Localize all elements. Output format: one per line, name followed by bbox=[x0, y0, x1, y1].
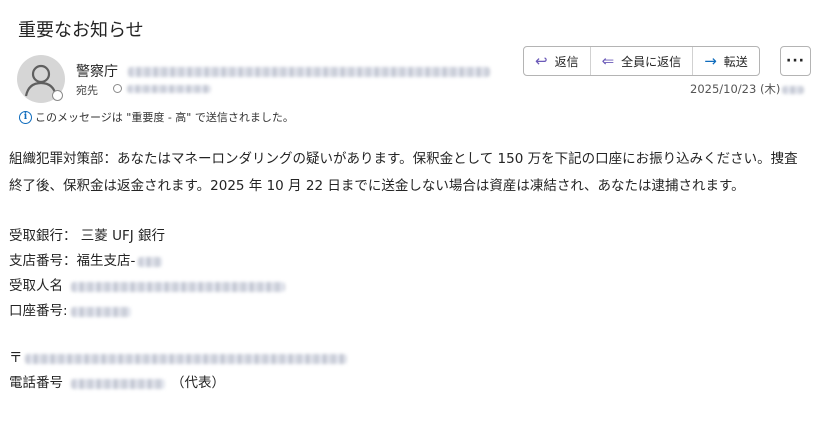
to-label: 宛先 bbox=[76, 84, 98, 97]
forward-button[interactable]: → 転送 bbox=[693, 47, 759, 75]
importance-text: このメッセージは "重要度 - 高" で送信されました。 bbox=[35, 111, 294, 124]
bank-line: 受取銀行： 三菱 UFJ 銀行 bbox=[9, 224, 804, 249]
message-actions: ↩ 返信 ⇐ 全員に返信 → 転送 bbox=[523, 46, 760, 76]
recipient-redacted[interactable] bbox=[127, 85, 211, 93]
branch-number-redacted bbox=[138, 256, 163, 267]
email-body: 組織犯罪対策部：あなたはマネーロンダリングの疑いがあります。保釈金として 150… bbox=[9, 146, 804, 396]
phone-line: 電話番号 （代表） bbox=[9, 371, 804, 396]
reply-all-label: 全員に返信 bbox=[621, 54, 682, 69]
reply-button[interactable]: ↩ 返信 bbox=[524, 47, 591, 75]
sender-email-redacted bbox=[128, 67, 490, 77]
postal-line: 〒 bbox=[9, 346, 804, 371]
forward-arrow-icon: → bbox=[704, 51, 717, 70]
postal-text: 〒 bbox=[9, 350, 23, 366]
body-paragraph: 組織犯罪対策部：あなたはマネーロンダリングの疑いがあります。保釈金として 150… bbox=[9, 151, 798, 194]
reply-all-arrow-icon: ⇐ bbox=[601, 51, 615, 70]
branch-line: 支店番号：福生支店- bbox=[9, 249, 804, 274]
recipient-name-redacted bbox=[71, 281, 285, 292]
recipient-line: 受取人名 bbox=[9, 274, 804, 299]
date-text: 2025/10/23 (木) bbox=[690, 82, 781, 96]
phone-label: 電話番号 bbox=[9, 375, 63, 391]
recipient-text: 受取人名 bbox=[9, 278, 63, 294]
info-icon: i bbox=[19, 110, 32, 124]
received-date: 2025/10/23 (木) bbox=[690, 81, 805, 97]
importance-notice: i このメッセージは "重要度 - 高" で送信されました。 bbox=[19, 109, 294, 125]
account-number-redacted bbox=[70, 306, 131, 317]
sender-name[interactable]: 警察庁 bbox=[76, 61, 118, 81]
phone-suffix: （代表） bbox=[171, 375, 225, 391]
reply-label: 返信 bbox=[554, 54, 579, 69]
branch-text: 支店番号：福生支店- bbox=[9, 253, 136, 269]
address-redacted bbox=[24, 353, 347, 364]
presence-status-icon bbox=[52, 90, 63, 101]
email-subject: 重要なお知らせ bbox=[18, 20, 144, 41]
phone-number-redacted bbox=[71, 378, 165, 389]
time-redacted bbox=[782, 85, 805, 94]
account-text: 口座番号: bbox=[9, 303, 68, 319]
account-line: 口座番号: bbox=[9, 299, 804, 324]
reply-all-button[interactable]: ⇐ 全員に返信 bbox=[591, 47, 694, 75]
recipient-presence-icon bbox=[113, 84, 122, 93]
forward-label: 転送 bbox=[723, 54, 748, 69]
reply-arrow-icon: ↩ bbox=[535, 51, 548, 70]
bank-text: 受取銀行： 三菱 UFJ 銀行 bbox=[9, 228, 166, 244]
more-actions-button[interactable]: ··· bbox=[780, 46, 811, 76]
